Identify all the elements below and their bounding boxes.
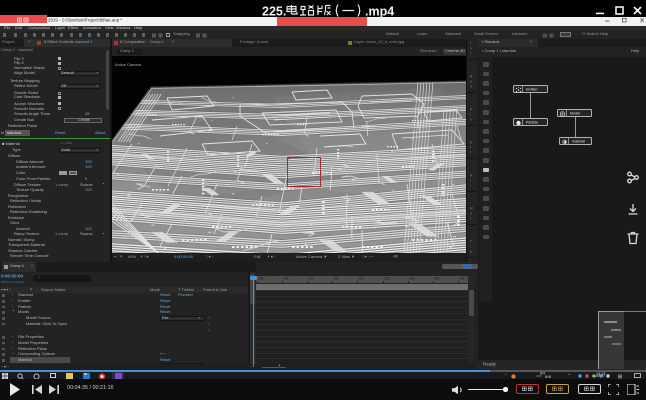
svg-text:.mp4: .mp4: [365, 5, 394, 19]
svg-text:225.: 225.: [262, 5, 286, 19]
